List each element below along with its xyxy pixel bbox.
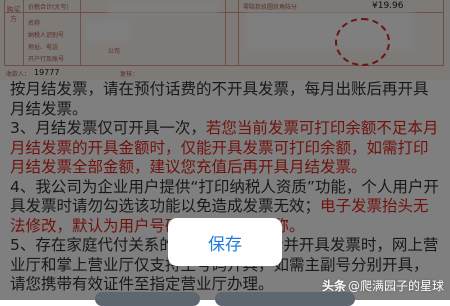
watermark-logo: 头条 — [321, 279, 346, 293]
save-button[interactable]: 保存 — [168, 218, 282, 266]
bottom-button[interactable] — [215, 292, 355, 306]
watermark-text: @爬满园子的星球 — [347, 279, 444, 293]
bottom-button[interactable] — [95, 292, 200, 306]
watermark: 头条 @爬满园子的星球 — [322, 277, 444, 294]
